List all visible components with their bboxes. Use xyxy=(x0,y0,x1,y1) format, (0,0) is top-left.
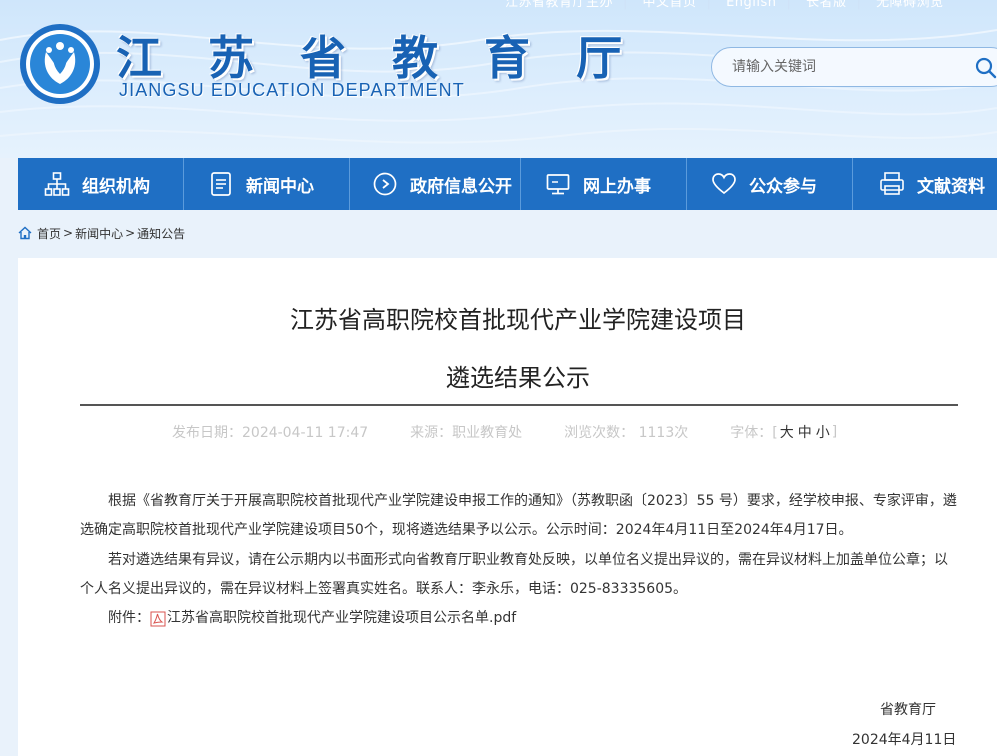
font-size-large-button[interactable]: 大 xyxy=(780,422,794,442)
main-nav: 组织机构 新闻中心 政府信息公开 网上办事 公众参与 文献资料 xyxy=(18,158,997,210)
search-input[interactable] xyxy=(732,48,962,86)
publish-date: 发布日期：2024-04-11 17:47 xyxy=(172,425,369,441)
top-link-accessibility[interactable]: 无障碍浏览 xyxy=(876,0,944,10)
breadcrumb-separator: > xyxy=(125,226,136,240)
font-size-medium-button[interactable]: 中 xyxy=(798,422,812,442)
attachment-line: 附件： 江苏省高职院校首批现代产业学院建设项目公示名单.pdf xyxy=(80,604,958,633)
nav-item-label: 网上办事 xyxy=(583,176,651,197)
nav-item-label: 组织机构 xyxy=(82,176,150,197)
top-links: 江苏省教育厅主办 | 中文首页 | English | 长者版 | 无障碍浏览 xyxy=(505,0,954,10)
attachment-link[interactable]: 江苏省高职院校首批现代产业学院建设项目公示名单.pdf xyxy=(150,604,516,633)
attachment-label: 附件： xyxy=(108,610,150,627)
font-size-label: 字体：[ xyxy=(730,425,778,441)
paragraph-text: 根据《省教育厅关于开展高职院校首批现代产业学院建设申报工作的通知》（苏教职函〔2… xyxy=(80,493,957,539)
org-chart-icon xyxy=(44,172,70,196)
article-meta: 发布日期：2024-04-11 17:47 来源：职业教育处 浏览次数： 111… xyxy=(172,422,837,442)
site-logo-text[interactable]: 江 苏 省 教 育 厅 xyxy=(116,22,637,85)
nav-item-label: 文献资料 xyxy=(917,176,985,197)
article-source: 来源：职业教育处 xyxy=(410,425,523,441)
nav-item-news[interactable]: 新闻中心 xyxy=(184,158,350,210)
top-link-sponsor[interactable]: 江苏省教育厅主办 xyxy=(505,0,613,10)
document-icon xyxy=(211,172,231,196)
breadcrumb-notice[interactable]: 通知公告 xyxy=(137,225,185,242)
nav-item-participation[interactable]: 公众参与 xyxy=(687,158,853,210)
heart-icon xyxy=(712,173,736,195)
nav-item-label: 公众参与 xyxy=(749,176,817,197)
nav-item-label: 新闻中心 xyxy=(246,176,314,197)
nav-item-label: 政府信息公开 xyxy=(410,176,512,197)
search-box xyxy=(711,47,997,87)
pdf-icon xyxy=(150,611,166,627)
signature-org: 省教育厅 xyxy=(880,702,936,718)
top-link-english[interactable]: English xyxy=(726,0,776,10)
nav-item-organization[interactable]: 组织机构 xyxy=(18,158,184,210)
breadcrumb-news[interactable]: 新闻中心 xyxy=(75,225,123,242)
breadcrumb-home[interactable]: 首页 xyxy=(37,225,61,242)
search-icon[interactable] xyxy=(974,56,997,80)
printer-icon xyxy=(880,172,904,195)
site-logo-english: JIANGSU EDUCATION DEPARTMENT xyxy=(119,80,465,100)
article-title-line2: 遴选结果公示 xyxy=(446,364,590,392)
nav-item-online-service[interactable]: 网上办事 xyxy=(521,158,687,210)
paragraph-text: 若对遴选结果有异议，请在公示期内以书面形式向省教育厅职业教育处反映，以单位名义提… xyxy=(80,551,948,597)
article-title-line1: 江苏省高职院校首批现代产业学院建设项目 xyxy=(290,306,746,334)
breadcrumb-separator: > xyxy=(63,226,74,240)
font-size-small-button[interactable]: 小 xyxy=(816,422,830,442)
home-icon xyxy=(18,226,32,240)
title-divider xyxy=(80,404,958,406)
paragraph: 若对遴选结果有异议，请在公示期内以书面形式向省教育厅职业教育处反映，以单位名义提… xyxy=(80,546,958,605)
monitor-icon xyxy=(546,174,570,195)
compass-icon xyxy=(373,172,397,196)
signature-date: 2024年4月11日 xyxy=(852,732,957,748)
top-link-elder[interactable]: 长者版 xyxy=(806,0,847,10)
attachment-filename: 江苏省高职院校首批现代产业学院建设项目公示名单.pdf xyxy=(167,610,517,627)
paragraph: 根据《省教育厅关于开展高职院校首批现代产业学院建设申报工作的通知》（苏教职函〔2… xyxy=(80,487,958,546)
view-count: 浏览次数： 1113次 xyxy=(564,425,689,441)
site-header: 江苏省教育厅主办 | 中文首页 | English | 长者版 | 无障碍浏览 江 苏 … xyxy=(0,0,997,158)
article-panel: 江苏省高职院校首批现代产业学院建设项目 遴选结果公示 发布日期：2024-04-… xyxy=(18,258,997,756)
font-size-bracket: ] xyxy=(831,424,838,440)
nav-item-gov-info[interactable]: 政府信息公开 xyxy=(350,158,521,210)
nav-item-literature[interactable]: 文献资料 xyxy=(853,158,997,210)
top-link-home[interactable]: 中文首页 xyxy=(643,0,697,10)
breadcrumb: 首页 > 新闻中心 > 通知公告 xyxy=(18,224,185,242)
article-body: 根据《省教育厅关于开展高职院校首批现代产业学院建设申报工作的通知》（苏教职函〔2… xyxy=(80,487,958,633)
emblem-logo-icon[interactable] xyxy=(18,22,102,106)
